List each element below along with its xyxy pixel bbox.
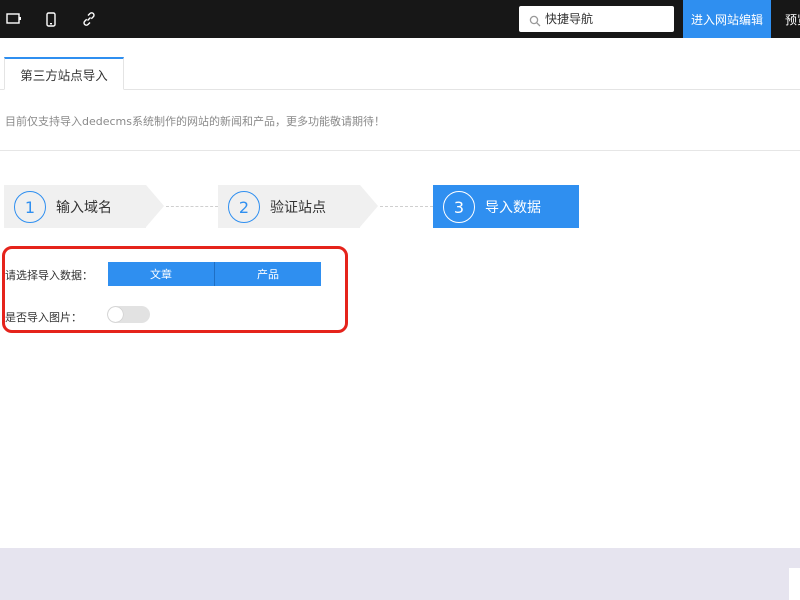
search-input[interactable]: [545, 6, 669, 32]
step-2-arrow: [360, 185, 378, 227]
desktop-icon[interactable]: [4, 9, 24, 29]
footer-corner: [789, 568, 800, 600]
import-data-label: 请选择导入数据：: [5, 269, 93, 282]
step-3-label: 导入数据: [485, 200, 541, 216]
step-1-arrow: [146, 185, 164, 227]
step-3-number: 3: [443, 191, 475, 223]
step-2-number: 2: [228, 191, 260, 223]
mobile-icon[interactable]: [41, 9, 61, 29]
step-1-number: 1: [14, 191, 46, 223]
enter-site-editor-button[interactable]: 进入网站编辑: [683, 0, 771, 38]
preview-button[interactable]: 预览: [771, 0, 800, 38]
step-2-label: 验证站点: [270, 200, 326, 216]
import-tip-text: 目前仅支持导入dedecms系统制作的网站的新闻和产品，更多功能敬请期待！: [5, 115, 385, 128]
import-images-toggle[interactable]: [107, 306, 150, 323]
step-connector: [380, 206, 433, 207]
top-toolbar: 进入网站编辑 预览: [0, 0, 800, 38]
footer-bar: [0, 548, 800, 600]
toggle-knob: [108, 307, 123, 322]
import-images-label: 是否导入图片：: [5, 311, 82, 324]
divider: [0, 150, 800, 151]
tab-third-party-import[interactable]: 第三方站点导入: [4, 57, 124, 90]
search-icon: [529, 12, 543, 27]
option-products-button[interactable]: 产品: [215, 262, 321, 286]
link-icon[interactable]: [79, 9, 99, 29]
step-connector: [166, 206, 218, 207]
quick-nav-search[interactable]: [519, 6, 674, 32]
step-1-label: 输入域名: [56, 200, 112, 216]
option-articles-button[interactable]: 文章: [108, 262, 214, 286]
